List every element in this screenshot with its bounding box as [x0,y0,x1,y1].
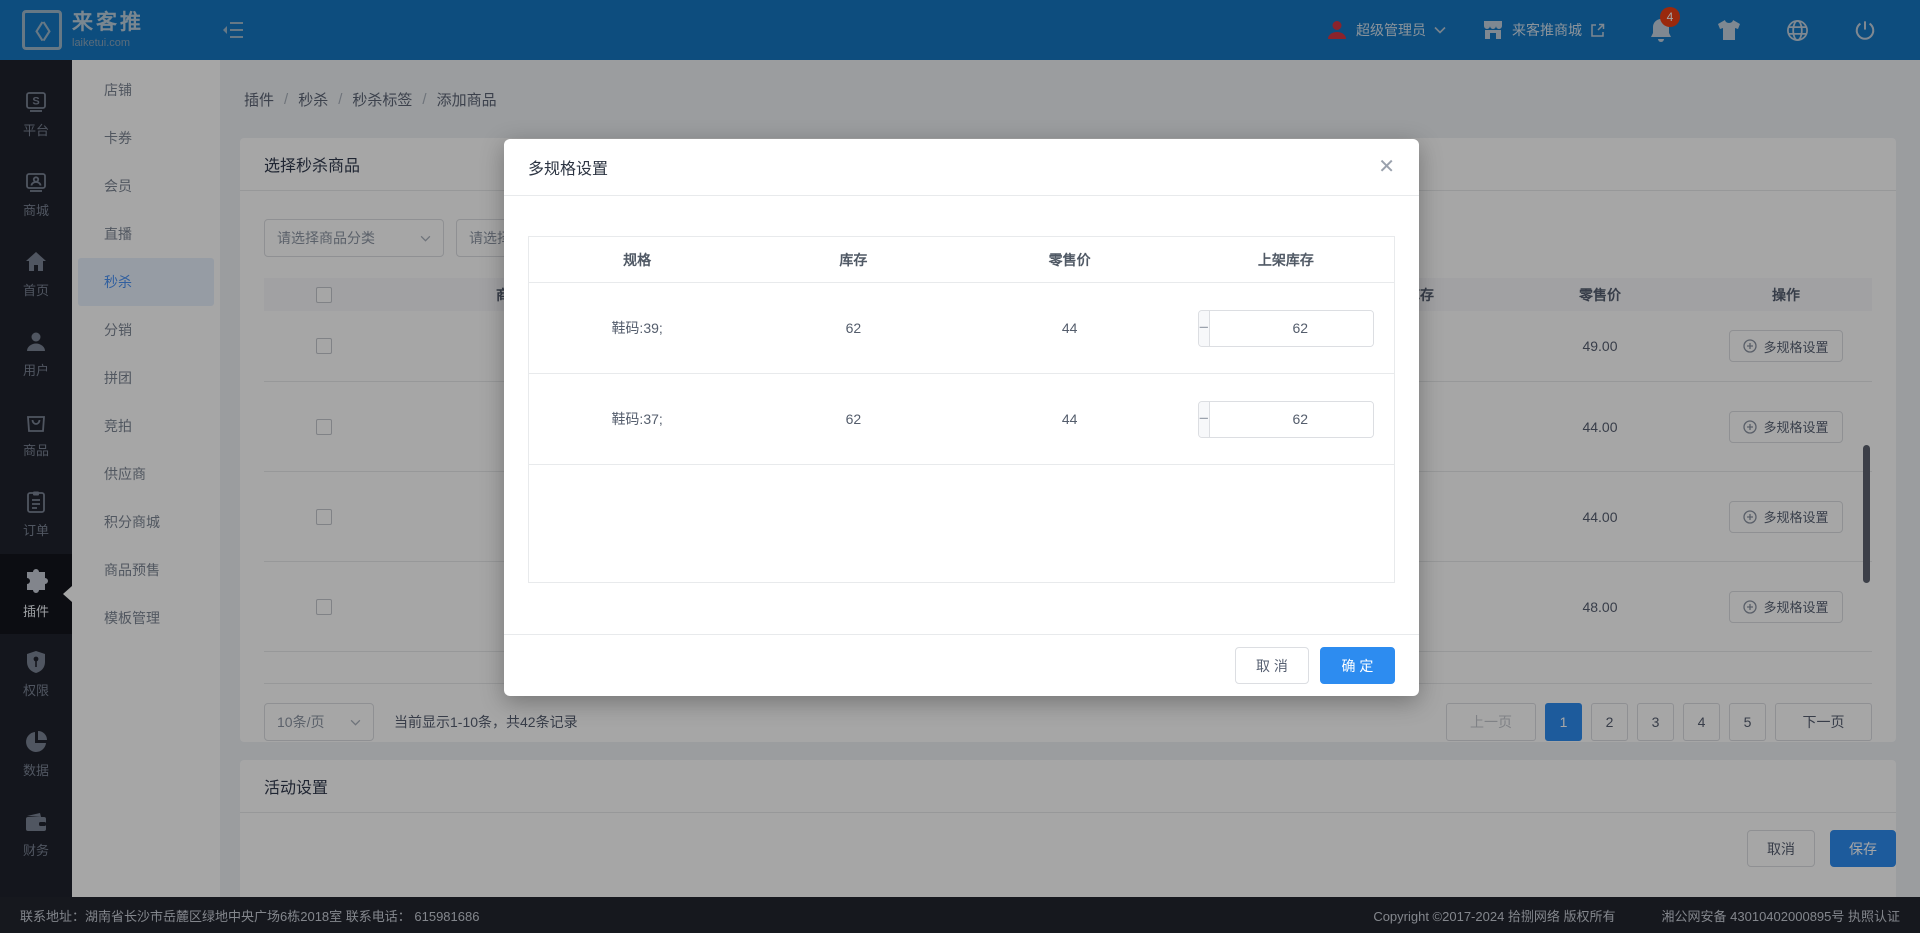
modal-ok-button[interactable]: 确 定 [1320,647,1395,684]
spec-price: 44 [962,411,1178,427]
modal-title: 多规格设置 [528,155,608,179]
spec-price: 44 [962,320,1178,336]
shelf-stock-input[interactable] [1210,311,1374,346]
spec-table-header: 规格 库存 零售价 上架库存 [529,237,1394,283]
shelf-stock-input[interactable] [1210,402,1374,437]
spec-row: 鞋码:39; 62 44 − + [529,283,1394,374]
spec-stock: 62 [745,411,961,427]
stepper-minus-button[interactable]: − [1199,311,1210,346]
close-icon[interactable]: ✕ [1378,157,1395,177]
spec-name: 鞋码:37; [529,409,745,429]
stock-col-header: 库存 [745,250,961,270]
shelf-stock-stepper: − + [1198,310,1374,347]
spec-row: 鞋码:37; 62 44 − + [529,374,1394,465]
spec-name: 鞋码:39; [529,318,745,338]
spec-col-header: 规格 [529,250,745,270]
modal-footer: 取 消 确 定 [504,634,1419,696]
price-col-header: 零售价 [962,250,1178,270]
shelf-stock-stepper: − + [1198,401,1374,438]
shelf-col-header: 上架库存 [1178,250,1394,270]
stepper-minus-button[interactable]: − [1199,402,1210,437]
multi-spec-modal: 多规格设置 ✕ 规格 库存 零售价 上架库存 鞋码:39; 62 44 − + … [504,139,1419,696]
modal-cancel-button[interactable]: 取 消 [1235,647,1309,684]
spec-stock: 62 [745,320,961,336]
spec-table: 规格 库存 零售价 上架库存 鞋码:39; 62 44 − + 鞋码:37; 6… [528,236,1395,583]
